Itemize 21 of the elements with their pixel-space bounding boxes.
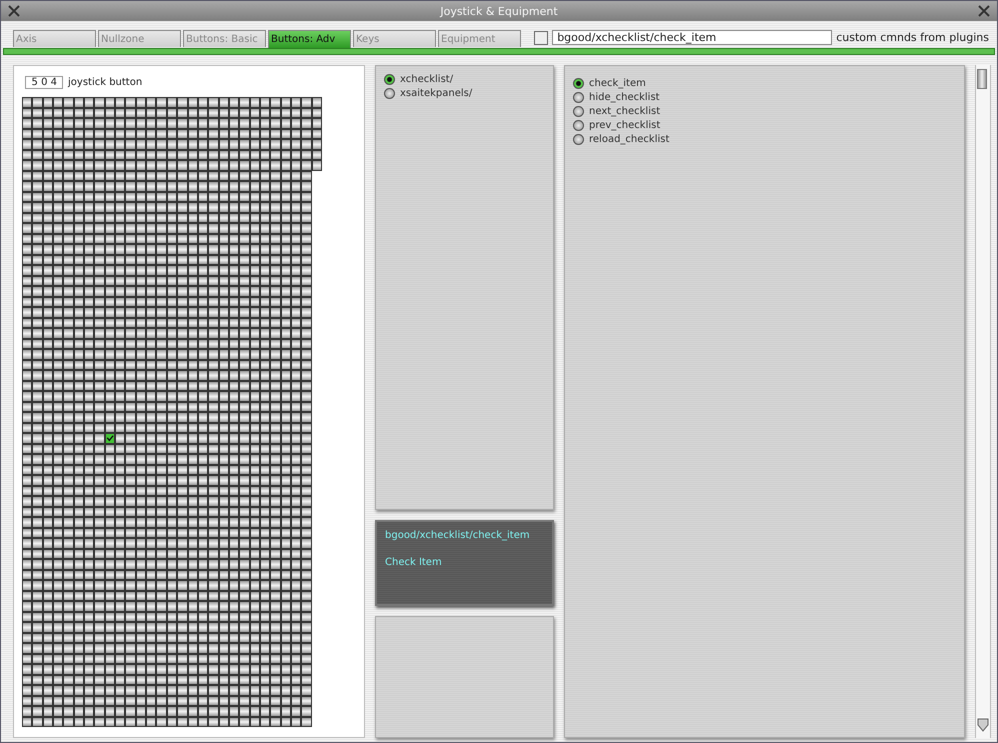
- command-item[interactable]: reload_checklist: [573, 132, 956, 146]
- checkbox[interactable]: [534, 30, 548, 44]
- command-description: Check Item: [385, 557, 442, 568]
- folder-item[interactable]: xchecklist/: [384, 72, 545, 86]
- command-path: bgood/xchecklist/check_item: [385, 530, 530, 541]
- folder-item[interactable]: xsaitekpanels/: [384, 86, 545, 100]
- scroll-thumb[interactable]: [977, 69, 987, 89]
- scrollbar[interactable]: [975, 65, 991, 738]
- window-title: Joystick & Equipment: [440, 4, 558, 18]
- close-icon[interactable]: [8, 5, 20, 17]
- tab[interactable]: Buttons: Adv: [268, 30, 351, 48]
- command-item[interactable]: next_checklist: [573, 104, 956, 118]
- close-icon[interactable]: [978, 5, 990, 17]
- number-field[interactable]: 5 0 4: [25, 76, 63, 89]
- command-field[interactable]: bgood/xchecklist/check_item: [552, 30, 832, 45]
- scroll-down-icon[interactable]: [977, 718, 989, 732]
- command-item[interactable]: check_item: [573, 76, 956, 90]
- number-label: joystick button: [68, 77, 142, 88]
- command-item[interactable]: prev_checklist: [573, 118, 956, 132]
- command-item[interactable]: hide_checklist: [573, 90, 956, 104]
- checkbox-label: custom cmnds from plugins: [836, 31, 989, 44]
